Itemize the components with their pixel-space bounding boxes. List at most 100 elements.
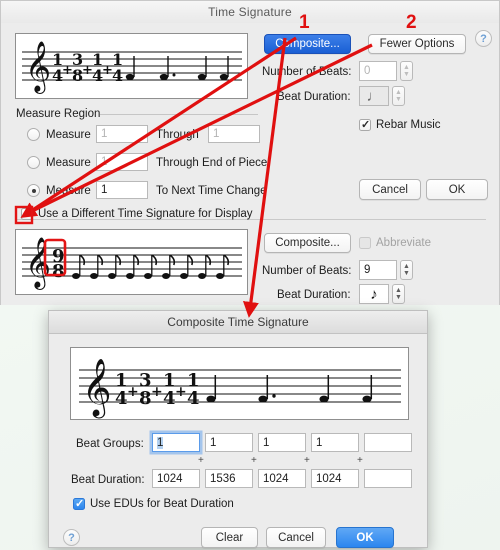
plus-separator-1: + — [198, 455, 204, 466]
measure-region-radio-3[interactable] — [27, 184, 40, 197]
composite-ok-button[interactable]: OK — [336, 527, 394, 548]
annotation-marker-2: 2 — [406, 12, 417, 33]
beat-group-input-2[interactable]: 1 — [205, 433, 253, 452]
chevron-down-icon: ▼ — [403, 270, 410, 277]
chevron-up-icon: ▲ — [395, 287, 402, 294]
beat-duration-stepper-top[interactable]: ▲ ▼ — [392, 86, 405, 106]
number-of-beats-stepper-top[interactable]: ▲ ▼ — [400, 61, 413, 81]
composite-button-display[interactable]: Composite... — [264, 233, 351, 253]
chevron-down-icon: ▼ — [395, 294, 402, 301]
composite-dialog-title: Composite Time Signature — [167, 315, 309, 329]
main-window-titlebar: Time Signature — [1, 1, 499, 24]
svg-text:+: + — [127, 384, 139, 400]
measure-region-through-label-2: Through End of Piece — [156, 157, 268, 169]
use-different-time-signature-label: Use a Different Time Signature for Displ… — [38, 208, 253, 220]
composite-ok-label: OK — [356, 531, 374, 544]
help-glyph: ? — [480, 32, 487, 45]
composite-cancel-label: Cancel — [278, 531, 314, 544]
beat-group-input-4[interactable]: 1 — [311, 433, 359, 452]
beat-duration-input-4[interactable]: 1024 — [311, 469, 359, 488]
time-signature-staff-preview: 𝄞 1 4 + 3 8 + 1 4 + 1 4 — [15, 33, 248, 99]
measure-region-group-title: Measure Region — [16, 108, 101, 120]
use-different-time-signature-checkbox[interactable] — [21, 207, 33, 220]
svg-text:8: 8 — [139, 388, 152, 409]
measure-region-radio-2[interactable] — [27, 156, 40, 169]
number-of-beats-stepper-display[interactable]: ▲ ▼ — [400, 260, 413, 280]
cancel-button[interactable]: Cancel — [359, 179, 421, 200]
beat-duration-input-5[interactable] — [364, 469, 412, 488]
staff-notation-top: 𝄞 1 4 + 3 8 + 1 4 + 1 4 — [22, 41, 242, 94]
svg-text:4: 4 — [187, 388, 200, 409]
abbreviate-checkbox[interactable] — [359, 237, 371, 249]
measure-region-through-input-1[interactable]: 1 — [208, 125, 260, 143]
chevron-down-icon: ▼ — [395, 96, 402, 103]
abbreviate-label: Abbreviate — [376, 237, 431, 249]
number-of-beats-label-display: Number of Beats: — [262, 265, 352, 277]
beat-group-input-5[interactable] — [364, 433, 412, 452]
main-window-body: ? 𝄞 1 4 + 3 8 + 1 4 + 1 4 Composite... F… — [1, 23, 499, 305]
beat-duration-glyph-display: ♪ — [370, 285, 378, 303]
beat-duration-input-top[interactable]: ♩ — [359, 86, 389, 106]
measure-region-input-2[interactable]: 1 — [96, 153, 148, 171]
beat-group-input-3[interactable]: 1 — [258, 433, 306, 452]
svg-text:𝄞: 𝄞 — [82, 358, 112, 419]
staff-notation-display: 𝄞 9 8 — [22, 237, 242, 290]
beat-duration-input-display[interactable]: ♪ — [359, 284, 389, 304]
measure-region-input-3[interactable]: 1 — [96, 181, 148, 199]
chevron-up-icon: ▲ — [403, 263, 410, 270]
svg-text:4: 4 — [163, 388, 176, 409]
use-edus-checkbox[interactable] — [73, 497, 85, 510]
composite-button-display-label: Composite... — [275, 237, 340, 249]
plus-separator-4: + — [357, 455, 363, 466]
rebar-music-label: Rebar Music — [376, 119, 441, 131]
chevron-up-icon: ▲ — [395, 89, 402, 96]
plus-separator-3: + — [304, 455, 310, 466]
measure-region-through-label-1: Through — [156, 129, 199, 141]
beat-duration-label-display: Beat Duration: — [277, 289, 351, 301]
fewer-options-button[interactable]: Fewer Options — [368, 34, 466, 54]
fewer-options-label: Fewer Options — [379, 38, 455, 50]
chevron-up-icon: ▲ — [403, 64, 410, 71]
use-edus-label: Use EDUs for Beat Duration — [90, 498, 234, 510]
composite-dialog-body: 𝄞 1 4 + 3 8 + 1 4 + 1 4 Beat Groups: 1 1… — [49, 333, 427, 549]
ok-button[interactable]: OK — [426, 179, 488, 200]
plus-separator-2: + — [251, 455, 257, 466]
beat-group-value-1: 1 — [157, 436, 164, 449]
measure-region-label-1: Measure — [46, 129, 91, 141]
beat-duration-label-top: Beat Duration: — [277, 91, 351, 103]
time-signature-window: Time Signature ? 𝄞 1 4 + 3 8 + 1 4 + 1 4… — [0, 0, 500, 305]
composite-button-top[interactable]: Composite... — [264, 34, 351, 54]
composite-cancel-button[interactable]: Cancel — [266, 527, 326, 548]
display-time-signature-staff-preview: 𝄞 9 8 — [15, 229, 248, 295]
measure-region-through-label-3: To Next Time Change — [156, 185, 267, 197]
composite-staff-preview: 𝄞 1 4 + 3 8 + 1 4 + 1 4 — [70, 347, 409, 420]
svg-text:4: 4 — [112, 66, 123, 85]
composite-beat-duration-label: Beat Duration: — [71, 474, 145, 486]
number-of-beats-input-top[interactable]: 0 — [359, 61, 397, 81]
svg-text:8: 8 — [52, 261, 65, 282]
composite-help-glyph: ? — [68, 531, 75, 544]
beat-duration-stepper-display[interactable]: ▲ ▼ — [392, 284, 405, 304]
beat-duration-input-1[interactable]: 1024 — [152, 469, 200, 488]
svg-text:4: 4 — [115, 388, 128, 409]
svg-text:𝄞: 𝄞 — [25, 41, 51, 94]
composite-help-icon[interactable]: ? — [63, 529, 80, 546]
measure-region-label-2: Measure — [46, 157, 91, 169]
svg-text:+: + — [175, 384, 187, 400]
number-of-beats-input-display[interactable]: 9 — [359, 260, 397, 280]
svg-text:𝄞: 𝄞 — [25, 237, 51, 290]
beat-group-input-1[interactable]: 1 — [152, 433, 200, 452]
cancel-button-label: Cancel — [372, 183, 408, 196]
help-icon[interactable]: ? — [475, 30, 492, 47]
ok-button-label: OK — [448, 183, 466, 196]
composite-button-top-label: Composite... — [275, 38, 340, 50]
measure-region-input-1[interactable]: 1 — [96, 125, 148, 143]
composite-dialog-titlebar: Composite Time Signature — [49, 311, 427, 334]
measure-region-radio-1[interactable] — [27, 128, 40, 141]
beat-duration-input-2[interactable]: 1536 — [205, 469, 253, 488]
beat-duration-input-3[interactable]: 1024 — [258, 469, 306, 488]
number-of-beats-label-top: Number of Beats: — [262, 66, 352, 78]
clear-button[interactable]: Clear — [201, 527, 258, 548]
rebar-music-checkbox[interactable] — [359, 118, 371, 131]
clear-button-label: Clear — [215, 531, 244, 544]
